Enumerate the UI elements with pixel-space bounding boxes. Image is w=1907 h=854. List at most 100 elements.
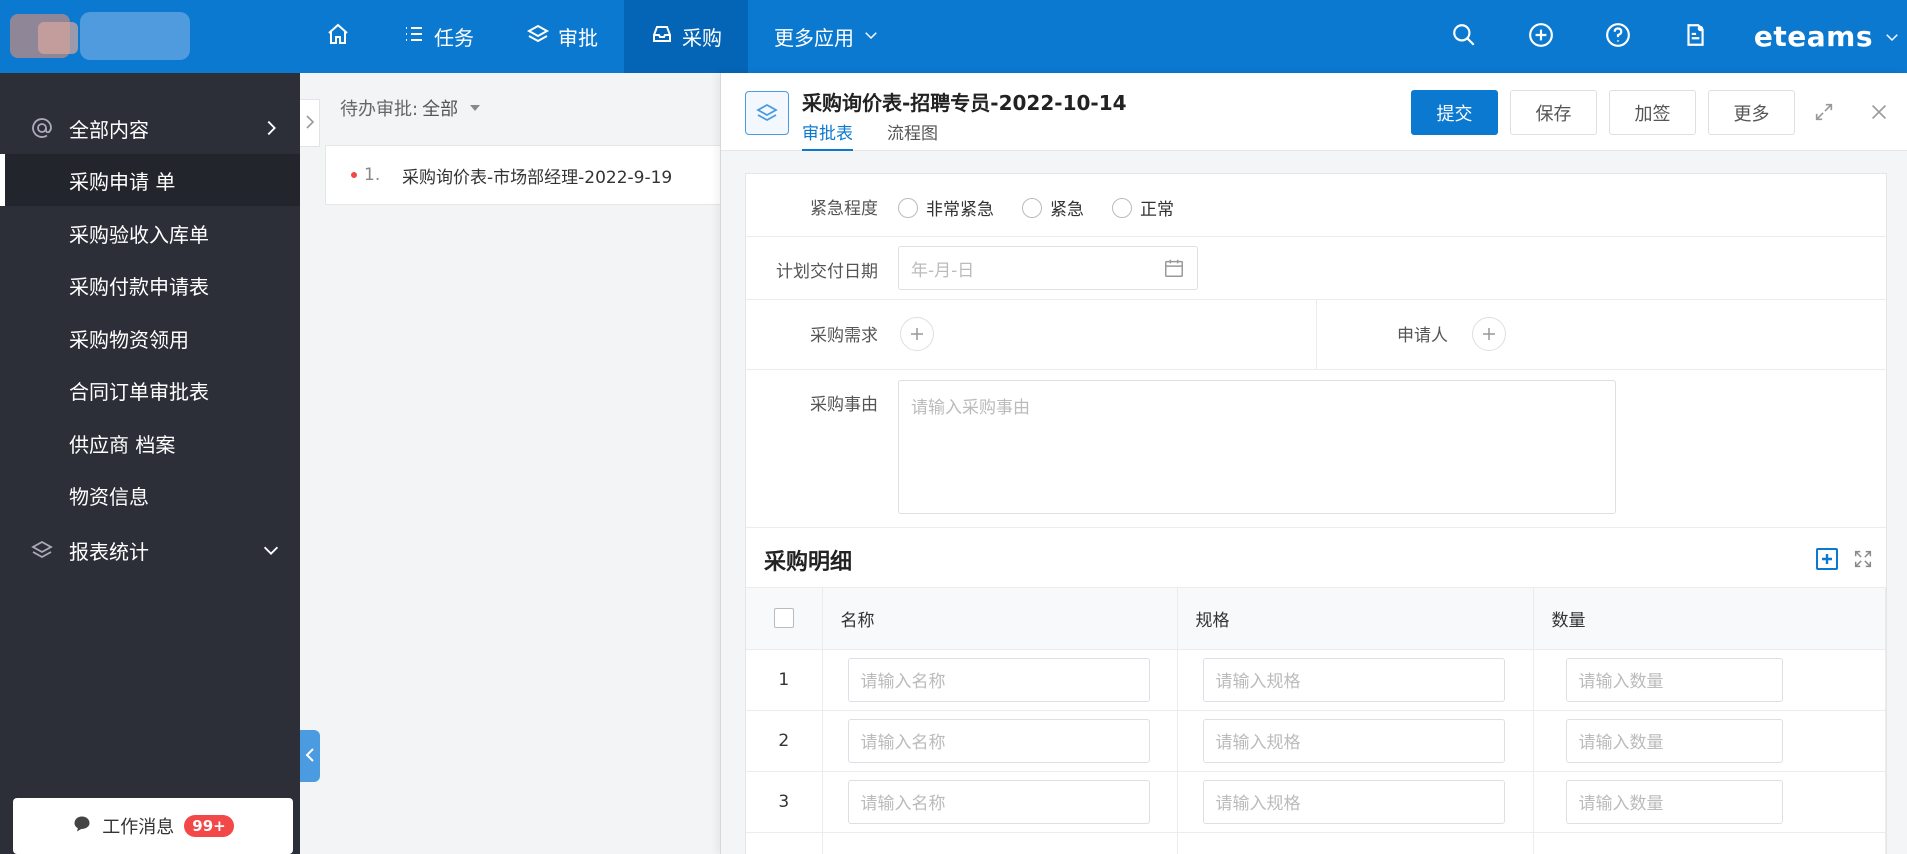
search-button[interactable] — [1426, 0, 1503, 73]
countersign-button[interactable]: 加签 — [1609, 90, 1696, 135]
list-icon — [402, 22, 426, 51]
nav-tasks-label: 任务 — [434, 26, 474, 50]
tab-approval-form[interactable]: 审批表 — [802, 119, 853, 151]
spec-input[interactable]: 请输入规格 — [1202, 657, 1505, 702]
layers-icon — [30, 538, 54, 562]
urgency-option-normal[interactable]: 正常 — [1112, 195, 1174, 220]
add-applicant-button[interactable] — [1472, 317, 1506, 351]
maximize-icon[interactable] — [1813, 101, 1835, 123]
work-messages-button[interactable]: 工作消息 99+ — [13, 798, 293, 854]
nav-more-apps[interactable]: 更多应用 — [748, 0, 906, 73]
nav-home[interactable] — [300, 0, 376, 73]
chevron-left-icon — [305, 747, 315, 766]
nav-tasks[interactable]: 任务 — [376, 0, 500, 73]
sidebar-item-payment[interactable]: 采购付款申请表 — [0, 259, 300, 311]
spec-input[interactable]: 请输入规格 — [1202, 779, 1505, 824]
top-right-tools: eteams — [1426, 0, 1907, 73]
purchase-detail-table: 名称 规格 数量 1 请输入名称 请输入规格 请输入数量 2 请输入名称 请输入… — [746, 588, 1886, 854]
filter-value: 全部 — [422, 99, 459, 120]
delivery-date-label: 计划交付日期 — [776, 262, 878, 282]
sidebar-item-label: 供应商 档案 — [69, 432, 176, 457]
company-logo[interactable] — [10, 8, 190, 64]
column-header-name: 名称 — [822, 588, 1178, 650]
more-button[interactable]: 更多 — [1708, 90, 1795, 135]
name-input[interactable]: 请输入名称 — [847, 718, 1150, 763]
form-type-icon — [745, 91, 789, 135]
sidebar-item-materials[interactable]: 物资信息 — [0, 469, 300, 521]
add-row-button[interactable] — [1816, 548, 1838, 570]
urgency-option-urgent[interactable]: 紧急 — [1022, 195, 1084, 220]
detail-header: 采购询价表-招聘专员-2022-10-14 审批表 流程图 提交 保存 加签 更… — [721, 73, 1907, 151]
notes-button[interactable] — [1657, 0, 1734, 73]
sidebar-item-label: 报表统计 — [69, 539, 149, 564]
reason-textarea[interactable]: 请输入采购事由 — [898, 380, 1616, 514]
list-item[interactable]: 1. 采购询价表-市场部经理-2022-9-19 — [325, 145, 725, 205]
detail-title: 采购询价表-招聘专员-2022-10-14 — [802, 91, 1127, 115]
pending-filter[interactable]: 待办审批: 全部 — [340, 95, 481, 121]
calendar-icon — [1165, 259, 1183, 277]
row-index: 1 — [746, 649, 823, 711]
nav-more-apps-label: 更多应用 — [774, 26, 854, 50]
brand-menu-chevron-icon[interactable] — [1877, 28, 1907, 46]
reason-label: 采购事由 — [810, 395, 878, 415]
add-demand-button[interactable] — [900, 317, 934, 351]
urgency-option-very-urgent[interactable]: 非常紧急 — [898, 195, 994, 220]
approval-list-panel: 待办审批: 全部 1. 采购询价表-市场部经理-2022-9-19 — [300, 73, 725, 854]
sidebar-item-purchase-request[interactable]: 采购申请 单 — [0, 154, 300, 206]
submit-button[interactable]: 提交 — [1411, 90, 1498, 135]
table-row — [746, 832, 1886, 854]
name-input[interactable]: 请输入名称 — [847, 779, 1150, 824]
nav-purchase-label: 采购 — [682, 26, 722, 50]
brand-name[interactable]: eteams — [1734, 20, 1877, 53]
close-icon[interactable] — [1868, 101, 1890, 123]
urgency-row: 紧急程度 非常紧急 紧急 正常 — [746, 174, 1886, 237]
delivery-date-input[interactable]: 年-月-日 — [898, 246, 1198, 290]
save-button[interactable]: 保存 — [1510, 90, 1597, 135]
expand-list-button[interactable] — [300, 99, 320, 147]
sidebar-item-acceptance[interactable]: 采购验收入库单 — [0, 207, 300, 259]
approval-form: 紧急程度 非常紧急 紧急 正常 计划交付日期 年-月-日 采购需求 申请人 采购… — [745, 173, 1887, 854]
sidebar-item-label: 全部内容 — [69, 117, 149, 142]
nav-purchase[interactable]: 采购 — [624, 0, 748, 73]
sidebar-item-label: 采购物资领用 — [69, 327, 189, 352]
table-row: 2 请输入名称 请输入规格 请输入数量 — [746, 710, 1886, 772]
search-icon — [1451, 22, 1477, 52]
select-all-checkbox[interactable] — [773, 608, 794, 629]
nav-approval[interactable]: 审批 — [500, 0, 624, 73]
qty-input[interactable]: 请输入数量 — [1565, 718, 1783, 763]
demand-applicant-row: 采购需求 申请人 — [746, 300, 1886, 370]
sidebar-item-contract[interactable]: 合同订单审批表 — [0, 364, 300, 416]
nav-approval-label: 审批 — [558, 26, 598, 50]
qty-input[interactable]: 请输入数量 — [1565, 657, 1783, 702]
sidebar-item-supplier[interactable]: 供应商 档案 — [0, 417, 300, 469]
detail-panel: 采购询价表-招聘专员-2022-10-14 审批表 流程图 提交 保存 加签 更… — [720, 73, 1907, 854]
add-button[interactable] — [1503, 0, 1580, 73]
clipboard-icon — [1682, 22, 1708, 52]
sidebar-item-label: 合同订单审批表 — [69, 379, 209, 404]
detail-tabs: 审批表 流程图 — [802, 119, 938, 151]
sidebar: 全部内容 采购申请 单 采购验收入库单 采购付款申请表 采购物资领用 合同订单审… — [0, 73, 300, 854]
sidebar-item-label: 采购付款申请表 — [69, 274, 209, 299]
sidebar-item-label: 采购申请 单 — [69, 169, 176, 194]
reason-row: 采购事由 请输入采购事由 — [746, 370, 1886, 528]
select-all-cell — [746, 588, 823, 650]
work-messages-label: 工作消息 — [102, 817, 175, 838]
tab-flowchart[interactable]: 流程图 — [887, 119, 938, 151]
unread-dot — [351, 172, 357, 178]
chevron-right-icon — [305, 114, 315, 133]
main-nav: 任务 审批 采购 更多应用 — [300, 0, 906, 73]
sidebar-item-all-content[interactable]: 全部内容 — [0, 102, 300, 154]
fullscreen-icon[interactable] — [1852, 548, 1874, 570]
top-bar: 任务 审批 采购 更多应用 eteams — [0, 0, 1907, 73]
chevron-down-icon — [260, 539, 282, 561]
purchase-detail-header: 采购明细 — [746, 528, 1886, 588]
spec-input[interactable]: 请输入规格 — [1202, 718, 1505, 763]
unread-badge: 99+ — [184, 815, 234, 837]
name-input[interactable]: 请输入名称 — [847, 657, 1150, 702]
layers-icon — [526, 22, 550, 51]
sidebar-item-material-use[interactable]: 采购物资领用 — [0, 312, 300, 364]
sidebar-item-reports[interactable]: 报表统计 — [0, 524, 300, 576]
collapse-sidebar-button[interactable] — [300, 730, 320, 782]
qty-input[interactable]: 请输入数量 — [1565, 779, 1783, 824]
help-button[interactable] — [1580, 0, 1657, 73]
